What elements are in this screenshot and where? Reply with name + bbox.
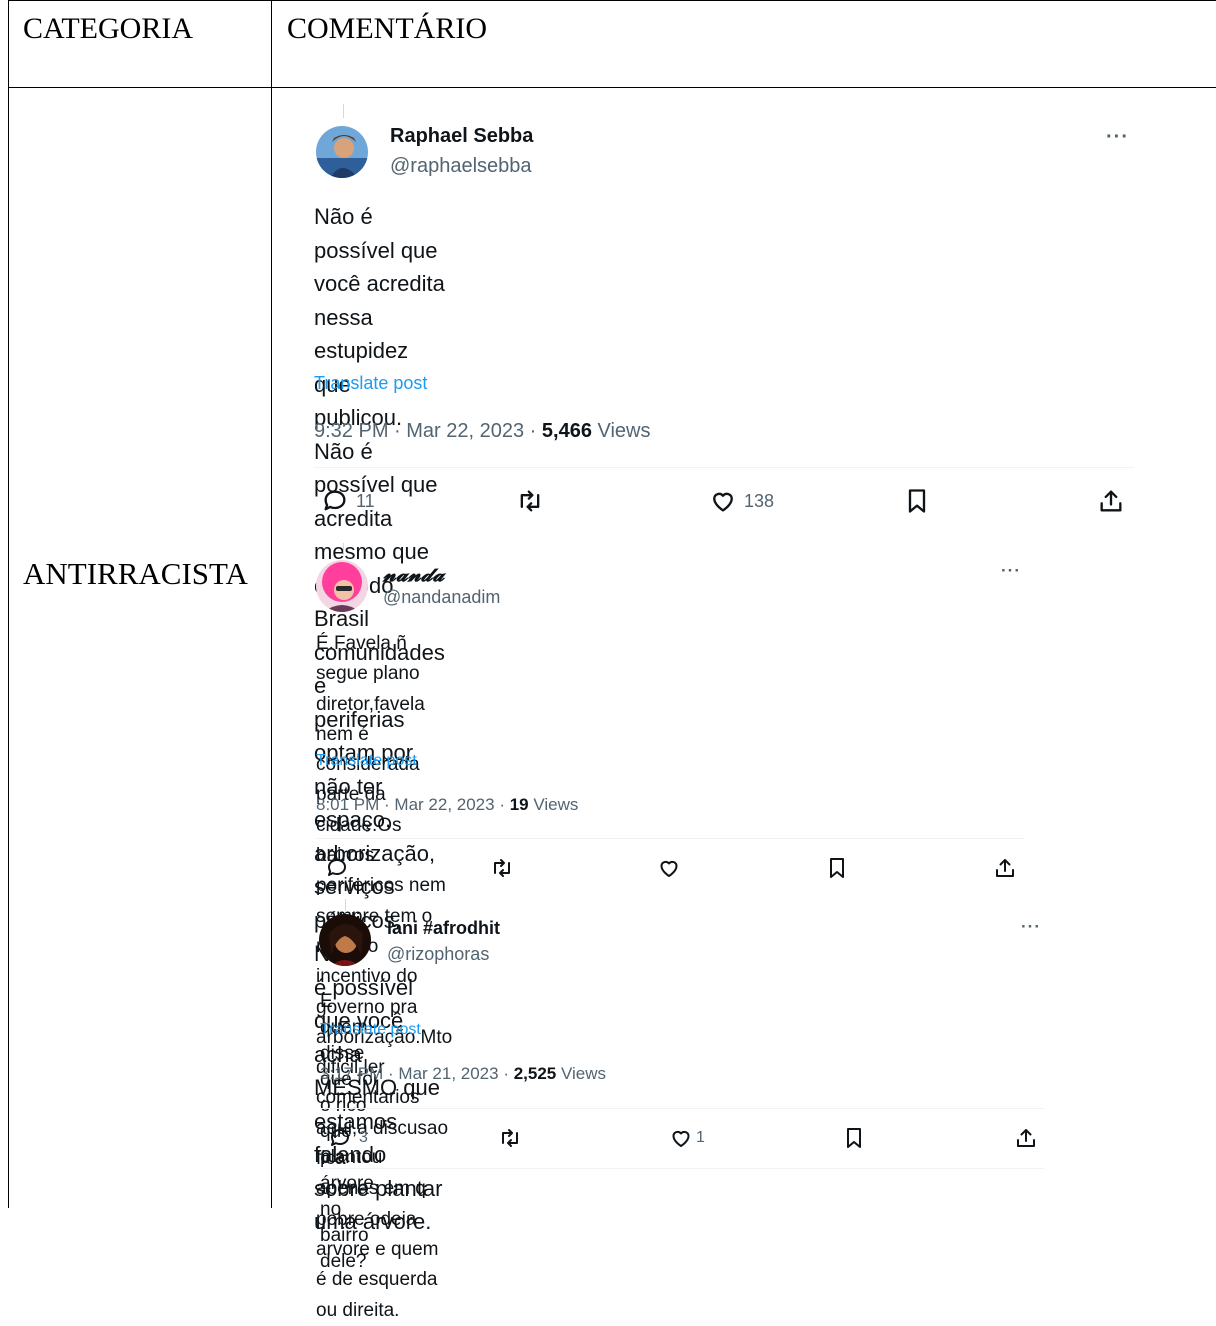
translate-link[interactable]: Translate post: [316, 752, 417, 770]
avatar[interactable]: [319, 914, 371, 966]
heart-icon: [660, 860, 678, 877]
views-label: Views: [591, 420, 651, 442]
share-icon: [1100, 490, 1122, 512]
header-category: CATEGORIA: [23, 12, 193, 45]
bookmark-button[interactable]: [842, 1126, 866, 1150]
table-border-middle: [271, 0, 272, 1208]
reply-icon: [324, 490, 346, 511]
table-header-divider: [8, 87, 1216, 88]
divider: [316, 838, 1024, 839]
retweet-icon: [520, 490, 540, 512]
heart-icon: [713, 492, 733, 512]
reply-icon: [331, 1129, 349, 1146]
tweet-meta[interactable]: 3:17 PM · Mar 21, 2023 · 2,525 Views: [320, 1064, 606, 1084]
tweet-meta[interactable]: 8:01 PM · Mar 22, 2023 · 19 Views: [316, 795, 578, 815]
like-count: 138: [744, 490, 775, 511]
author-handle[interactable]: @rizophoras: [387, 944, 489, 965]
author-handle[interactable]: @nandanadim: [383, 587, 500, 608]
divider: [320, 1168, 1044, 1169]
like-count: 1: [696, 1129, 705, 1146]
views-label: Views: [528, 795, 579, 814]
thread-line: [343, 543, 344, 555]
views-label: Views: [556, 1064, 607, 1083]
share-icon: [996, 859, 1014, 877]
reply-button[interactable]: 3: [327, 1126, 368, 1150]
like-button[interactable]: [656, 856, 688, 880]
share-button[interactable]: [1013, 1126, 1039, 1150]
bookmark-button[interactable]: [825, 856, 849, 880]
tweet-time: 8:01 PM · Mar 22, 2023 ·: [316, 795, 510, 814]
translate-link[interactable]: Translate post: [314, 373, 427, 394]
tweet-time: 9:32 PM · Mar 22, 2023 ·: [314, 420, 542, 442]
divider: [314, 467, 1134, 468]
like-button[interactable]: 1: [668, 1126, 705, 1150]
header-comment: COMENTÁRIO: [287, 12, 487, 45]
reply-button[interactable]: 11: [320, 487, 375, 515]
author-name[interactable]: Raphael Sebba: [390, 125, 533, 148]
more-options-icon[interactable]: ···: [1001, 561, 1021, 581]
more-options-icon[interactable]: ···: [1106, 126, 1129, 149]
like-button[interactable]: 138: [708, 487, 774, 515]
retweet-icon: [502, 1129, 518, 1147]
reply-button[interactable]: [324, 856, 356, 880]
bookmark-icon: [830, 858, 844, 878]
tweet-meta[interactable]: 9:32 PM · Mar 22, 2023 · 5,466 Views: [314, 420, 651, 443]
retweet-button[interactable]: [496, 1126, 524, 1150]
reply-count: 11: [356, 490, 375, 511]
retweet-icon: [494, 859, 510, 877]
more-options-icon[interactable]: ···: [1021, 917, 1041, 937]
thread-line: [345, 899, 346, 911]
retweet-button[interactable]: [488, 856, 516, 880]
tweet-time: 3:17 PM · Mar 21, 2023 ·: [320, 1064, 514, 1083]
table-border-top: [8, 0, 1216, 1]
views-count: 19: [509, 795, 529, 814]
bookmark-icon: [908, 489, 926, 513]
views-count: 5,466: [541, 420, 592, 442]
bookmark-button[interactable]: [903, 487, 931, 515]
thread-line: [343, 104, 344, 118]
share-button[interactable]: [1096, 487, 1126, 515]
bookmark-icon: [847, 1128, 861, 1148]
share-icon: [1017, 1129, 1035, 1147]
category-value: ANTIRRACISTA: [23, 556, 248, 591]
share-button[interactable]: [992, 856, 1018, 880]
heart-icon: [672, 1130, 690, 1147]
avatar[interactable]: [316, 560, 368, 612]
reply-count: 3: [359, 1129, 368, 1146]
comment-table: CATEGORIA COMENTÁRIO ANTIRRACISTA: [0, 0, 1216, 1208]
retweet-button[interactable]: [514, 487, 546, 515]
avatar[interactable]: [316, 126, 368, 178]
author-handle[interactable]: @raphaelsebba: [390, 155, 532, 178]
translate-link[interactable]: Translate post: [320, 1021, 421, 1039]
table-border-left: [8, 0, 9, 1208]
divider: [320, 1108, 1044, 1109]
views-count: 2,525: [513, 1064, 557, 1083]
author-name[interactable]: 𝓷𝓪𝓷𝓭𝓪: [383, 562, 444, 586]
author-name[interactable]: lani #afrodhit: [387, 918, 500, 939]
reply-icon: [328, 859, 346, 876]
